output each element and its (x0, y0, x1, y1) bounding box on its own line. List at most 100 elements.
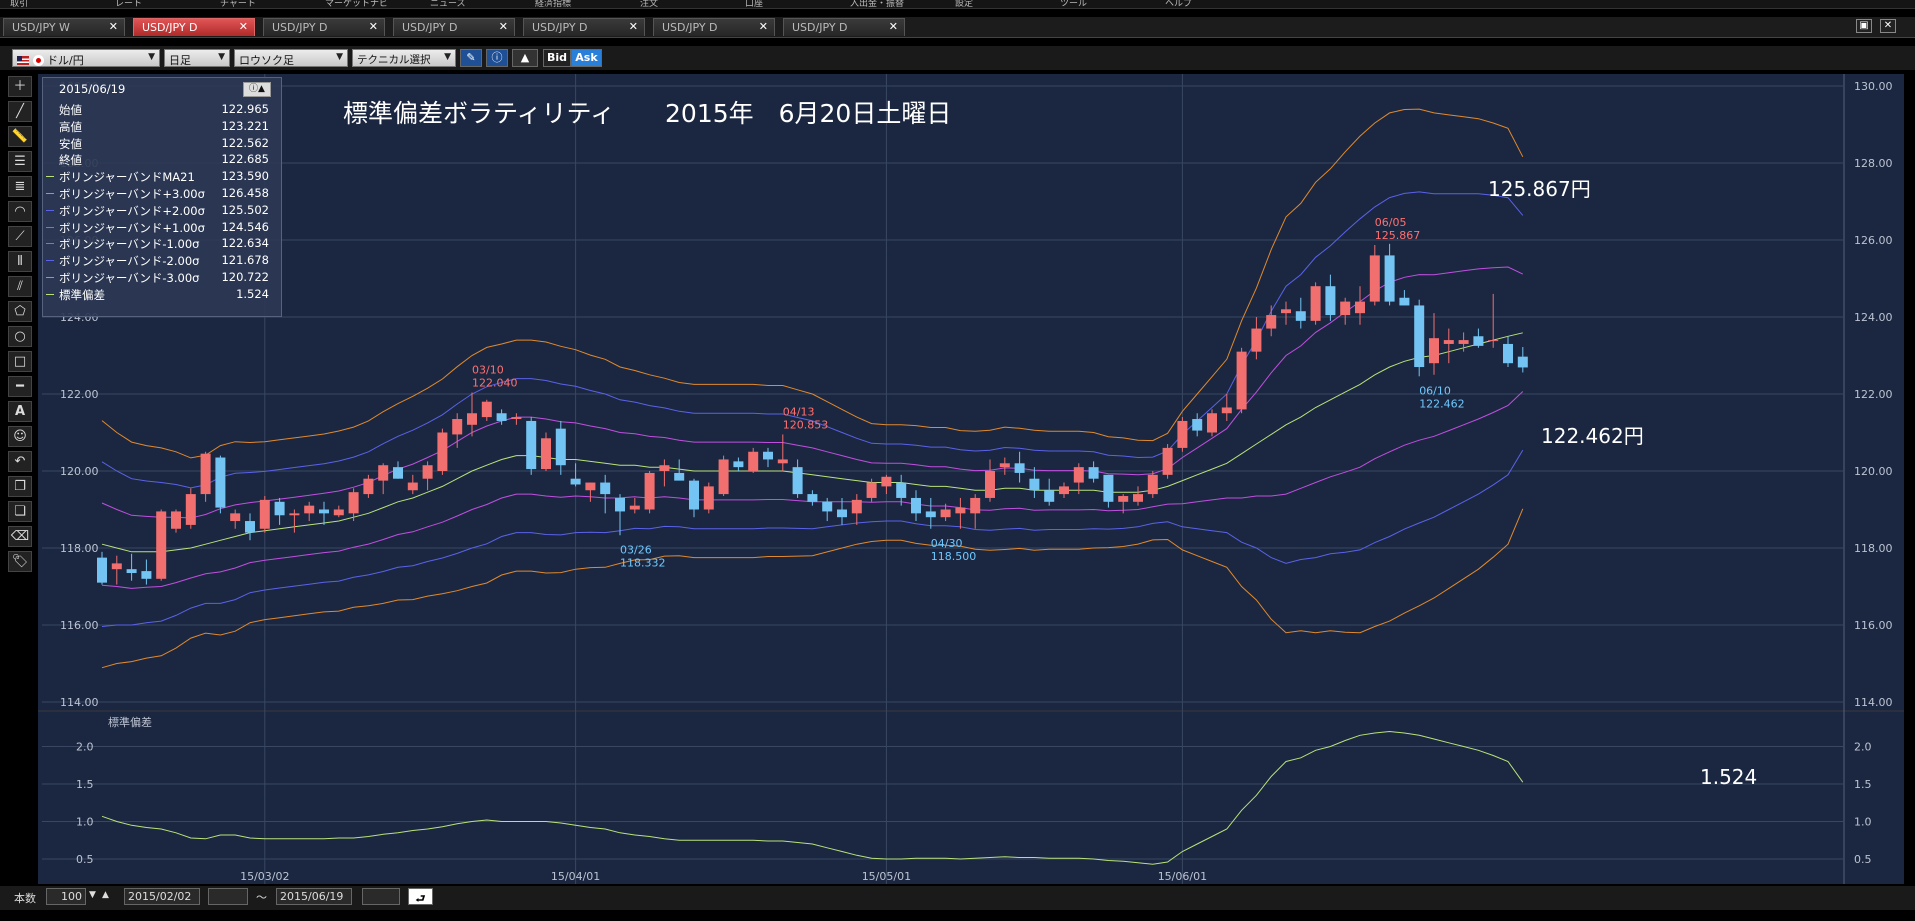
mountain-chart-icon: ▲ (520, 51, 530, 64)
technical-select[interactable]: テクニカル選択 ▼ (352, 49, 456, 67)
eraser-tool[interactable]: ⌫ (8, 526, 32, 547)
candle-body (319, 509, 329, 514)
horizontal-lines-tool[interactable]: ☰ (8, 151, 32, 172)
from-time-input[interactable] (208, 888, 248, 905)
to-date-input[interactable]: 2015/06/19 (276, 888, 352, 905)
tab-bar: USD/JPY W ✕ USD/JPY D ✕ USD/JPY D ✕ USD/JPY D ✕… (0, 17, 1915, 38)
count-down-button[interactable]: ▼ (89, 890, 96, 900)
close-tab-icon[interactable]: ✕ (369, 20, 378, 33)
menu-item[interactable]: 注文 (640, 0, 658, 8)
extreme-price-label: 125.867 (1375, 229, 1421, 242)
info-row: ボリンジャーバンド+2.00σ 125.502 (43, 203, 281, 218)
close-tab-icon[interactable]: ✕ (499, 20, 508, 33)
close-window-button[interactable]: ✕ (1880, 19, 1896, 33)
tab-2[interactable]: USD/JPY D ✕ (263, 18, 385, 36)
candle-body (851, 499, 862, 514)
count-input[interactable]: 100 (46, 888, 86, 905)
stamp-tool[interactable]: ☺ (8, 426, 32, 447)
text-tool[interactable]: A (8, 401, 32, 422)
menu-item[interactable]: ツール (1060, 0, 1087, 8)
currency-pair-select[interactable]: ドル/円 ▼ (12, 49, 160, 67)
pentagon-tool[interactable]: ⬠ (8, 301, 32, 322)
count-up-button[interactable]: ▲ (102, 890, 109, 900)
series-color-swatch (46, 260, 54, 262)
main-plot-area (38, 74, 1904, 710)
to-time-input[interactable] (362, 888, 400, 905)
menu-item[interactable]: マーケットナビ (325, 0, 388, 8)
info-button[interactable]: ⓘ (486, 49, 508, 67)
ruler-tool[interactable]: 📏 (8, 126, 32, 147)
fan-tool[interactable]: ⟋ (8, 226, 32, 247)
undo-tool[interactable]: ↶ (8, 451, 32, 472)
chart-type-select[interactable]: ロウソク足 ▼ (234, 49, 348, 67)
candle-body (1473, 336, 1484, 346)
rectangle-tool[interactable]: □ (8, 351, 32, 372)
fibonacci-tool[interactable]: ≣ (8, 176, 32, 197)
candle (1162, 444, 1173, 479)
delete-all-tool[interactable]: 🏷 (8, 551, 32, 572)
ask-button[interactable]: Ask (571, 49, 602, 67)
x-tick-label: 15/06/01 (1158, 870, 1207, 883)
tab-0[interactable]: USD/JPY W ✕ (3, 18, 125, 36)
tab-6[interactable]: USD/JPY D ✕ (783, 18, 905, 36)
hline-icon: ━ (16, 379, 24, 394)
close-tab-icon[interactable]: ✕ (629, 20, 638, 33)
candle (259, 496, 270, 533)
chevron-down-icon: ▼ (148, 52, 155, 62)
chart-toolbar: ドル/円 ▼ 日足 ▼ ロウソク足 ▼ テクニカル選択 ▼ ✎ ⓘ ▲ Bid … (0, 46, 1915, 70)
menu-item[interactable]: ヘルプ (1165, 0, 1192, 8)
bid-button[interactable]: Bid (543, 49, 571, 67)
menu-item[interactable]: チャート (220, 0, 256, 8)
pitchfork-tool[interactable]: ⫽ (8, 276, 32, 297)
jp-flag-icon (32, 55, 44, 66)
candle-body (674, 472, 685, 481)
y-tick-label-right: 114.00 (1854, 696, 1893, 709)
apply-range-button[interactable]: ⮐ (408, 888, 433, 905)
y-tick-label-right: 124.00 (1854, 311, 1893, 324)
circle-tool[interactable]: ○ (8, 326, 32, 347)
menu-item[interactable]: 入出金・振替 (850, 0, 904, 8)
close-tab-icon[interactable]: ✕ (889, 20, 898, 33)
extreme-price-label: 118.500 (931, 550, 977, 563)
trendline-tool[interactable]: ╱ (8, 101, 32, 122)
crosshair-tool[interactable]: ＋ (8, 76, 32, 97)
tab-4[interactable]: USD/JPY D ✕ (523, 18, 645, 36)
hline-tool[interactable]: ━ (8, 376, 32, 397)
close-tab-icon[interactable]: ✕ (239, 20, 248, 33)
y-tick-label-right: 116.00 (1854, 619, 1893, 632)
tab-1[interactable]: USD/JPY D ✕ (133, 18, 255, 36)
menu-item[interactable]: 口座 (745, 0, 763, 8)
area-chart-button[interactable]: ▲ (512, 49, 538, 67)
menu-item[interactable]: 経済指標 (535, 0, 571, 8)
tab-3[interactable]: USD/JPY D ✕ (393, 18, 515, 36)
arc-tool[interactable]: ◠ (8, 201, 32, 222)
tab-label: USD/JPY D (142, 21, 198, 34)
candle-body (748, 451, 759, 471)
candle-body (274, 501, 285, 516)
y-tick-label: 118.00 (60, 542, 99, 555)
menu-item[interactable]: 取引 (10, 0, 28, 8)
candle-body (999, 463, 1010, 468)
text-icon: A (14, 404, 26, 419)
paste-tool[interactable]: ❏ (8, 501, 32, 522)
candle-body (1103, 474, 1114, 502)
tab-5[interactable]: USD/JPY D ✕ (653, 18, 775, 36)
menu-item[interactable]: 設定 (955, 0, 973, 8)
low-annotation: 122.462円 (1541, 424, 1644, 448)
draw-pen-button[interactable]: ✎ (460, 49, 482, 67)
candlestick-chart[interactable]: 114.00 114.00 116.00 116.00 118.00 118.00 120.… (38, 74, 1904, 884)
info-row: ボリンジャーバンドMA21 123.590 (43, 169, 281, 184)
candle-body (629, 505, 640, 510)
close-tab-icon[interactable]: ✕ (109, 20, 118, 33)
from-date-input[interactable]: 2015/02/02 (124, 888, 200, 905)
timeframe-select[interactable]: 日足 ▼ (164, 49, 230, 67)
info-panel-toggle[interactable]: ⓘ▲ (243, 82, 271, 97)
maximize-button[interactable]: ▣ (1856, 19, 1872, 33)
close-tab-icon[interactable]: ✕ (759, 20, 768, 33)
vertical-lines-tool[interactable]: ⦀ (8, 251, 32, 272)
fibonacci-icon: ≣ (14, 179, 26, 194)
copy-tool[interactable]: ❐ (8, 476, 32, 497)
sub-y-tick-label-right: 1.0 (1854, 816, 1872, 829)
menu-item[interactable]: レート (115, 0, 142, 8)
menu-item[interactable]: ニュース (430, 0, 466, 8)
